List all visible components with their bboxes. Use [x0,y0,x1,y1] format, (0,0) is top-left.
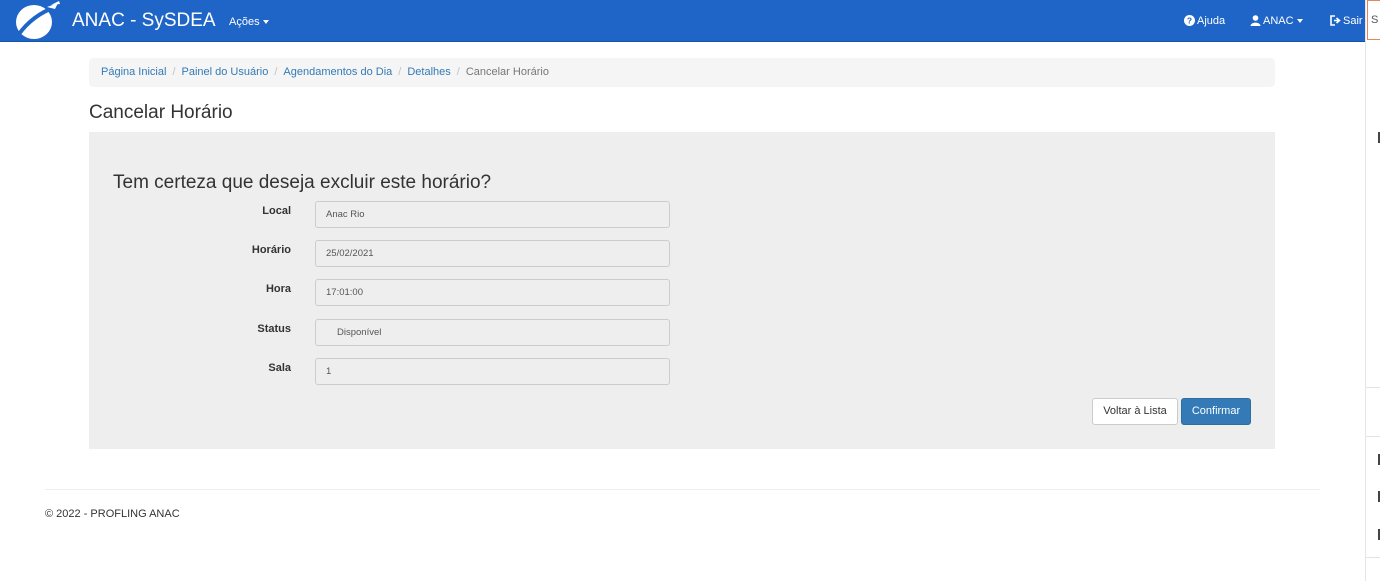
app-brand-title[interactable]: ANAC - SySDEA [72,10,216,32]
breadcrumb-details[interactable]: Detalhes [407,66,450,78]
horario-field: 25/02/2021 [315,240,670,267]
help-label: Ajuda [1197,15,1226,27]
sign-out-icon [1330,15,1341,26]
question-circle-icon: ? [1184,15,1195,26]
footer-divider [45,489,1320,490]
form-row-status: Status Disponível [89,319,689,346]
hora-field: 17:01:00 [315,279,670,306]
user-label: ANAC [1263,15,1294,27]
svg-text:?: ? [1187,16,1192,26]
footer-copyright: © 2022 - PROFLING ANAC [45,508,180,520]
breadcrumb-separator: / [456,66,460,78]
actions-menu-label: Ações [229,16,260,28]
top-navbar: ANAC - SySDEA Ações ? Ajuda ANAC Sair [0,0,1380,42]
side-panel-divider [1366,436,1380,437]
hora-label: Hora [265,283,291,295]
confirmation-panel: Tem certeza que deseja excluir este horá… [89,132,1275,449]
user-menu[interactable]: ANAC [1250,14,1303,28]
sala-label: Sala [268,362,291,374]
local-label: Local [262,205,291,217]
form-row-sala: Sala 1 [89,358,689,385]
status-label: Status [257,323,291,335]
side-panel: S [1365,0,1380,581]
local-field: Anac Rio [315,201,670,228]
help-link[interactable]: ? Ajuda [1184,14,1225,28]
form-row-hora: Hora 17:01:00 [89,279,689,306]
breadcrumb-user-panel[interactable]: Painel do Usuário [182,66,269,78]
breadcrumb-separator: / [172,66,176,78]
side-panel-divider [1366,557,1380,558]
caret-down-icon [1296,19,1303,24]
breadcrumb: Página Inicial / Painel do Usuário / Agendam… [89,58,1275,87]
breadcrumb-separator: / [274,66,278,78]
sala-field: 1 [315,358,670,385]
confirm-button[interactable]: Confirmar [1181,398,1251,425]
back-to-list-button[interactable]: Voltar à Lista [1092,398,1178,425]
breadcrumb-day-schedules[interactable]: Agendamentos do Dia [283,66,392,78]
caret-down-icon [262,20,269,25]
logout-label: Sair [1343,15,1363,27]
plane-logo-icon[interactable] [11,1,61,41]
breadcrumb-current: Cancelar Horário [465,66,549,78]
confirmation-question: Tem certeza que deseja excluir este horá… [113,172,492,193]
side-panel-divider [1366,387,1380,388]
logout-link[interactable]: Sair [1330,14,1363,28]
status-field: Disponível [315,319,670,346]
side-panel-tab[interactable]: S [1367,0,1380,40]
form-row-local: Local Anac Rio [89,201,689,228]
breadcrumb-home[interactable]: Página Inicial [101,66,166,78]
actions-menu[interactable]: Ações [229,15,269,29]
breadcrumb-separator: / [398,66,402,78]
page-title: Cancelar Horário [89,102,233,123]
form-row-horario: Horário 25/02/2021 [89,240,689,267]
horario-label: Horário [251,244,291,256]
user-icon [1250,15,1261,26]
